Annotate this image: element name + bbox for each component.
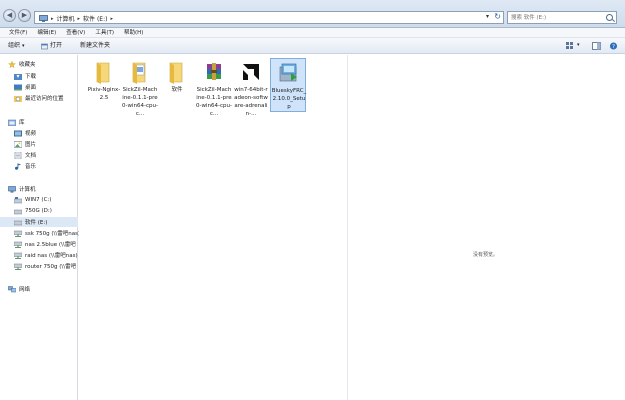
- nav-drive-e[interactable]: 软件 (E:): [0, 217, 78, 227]
- pictures-icon: [14, 140, 22, 148]
- back-button[interactable]: ◀: [3, 9, 16, 22]
- star-icon: [8, 60, 16, 68]
- preview-pane: 没有预览。: [347, 55, 625, 400]
- file-list: Pixiv-Nginx-2.5 SickZil-Machine-0.1.1-pr…: [79, 55, 346, 400]
- preview-pane-icon[interactable]: [592, 42, 601, 50]
- open-button[interactable]: 打开: [41, 42, 62, 50]
- address-row: ◀ ▶ ▸ 计算机 ▸ 软件 (E:) ▸ ▾ ↻: [0, 0, 625, 28]
- open-label: 打开: [50, 42, 63, 49]
- installer-icon: [279, 63, 297, 82]
- file-item[interactable]: SickZil-Machine-0.1.1-pre0-win64-cpu-c..…: [122, 58, 158, 117]
- videos-icon: [14, 130, 22, 136]
- chevron-down-icon: ▾: [22, 43, 25, 49]
- folder-with-documents-icon: [132, 62, 146, 84]
- folder-icon: [169, 62, 183, 84]
- nav-favorites[interactable]: 收藏夹: [8, 59, 86, 69]
- breadcrumb-chevron-icon[interactable]: ▸: [110, 16, 113, 22]
- organize-button[interactable]: 组织 ▾: [8, 42, 25, 50]
- svg-text:?: ?: [612, 44, 615, 50]
- file-item[interactable]: Pixiv-Nginx-2.5: [86, 58, 122, 112]
- network-icon: [8, 285, 16, 292]
- music-icon: [15, 163, 21, 170]
- amd-logo-icon: [241, 62, 261, 82]
- rar-archive-icon: [207, 63, 221, 80]
- no-preview-message: 没有预览。: [473, 252, 499, 258]
- forward-button[interactable]: ▶: [18, 9, 31, 22]
- nav-computer[interactable]: 计算机: [8, 184, 86, 194]
- network-drive-icon: [14, 252, 22, 259]
- file-item-selected[interactable]: BlueskyFRC_2.10.0_Setup: [270, 58, 306, 112]
- breadcrumb-computer[interactable]: 计算机: [57, 14, 75, 23]
- file-item[interactable]: SickZil-Machine-0.1.1-pre0-win64-cpu-c..…: [196, 58, 232, 117]
- refresh-icon[interactable]: ↻: [494, 12, 501, 21]
- menu-edit[interactable]: 编辑(E): [32, 28, 61, 37]
- address-bar[interactable]: ▸ 计算机 ▸ 软件 (E:) ▸ ▾ ↻: [34, 11, 504, 24]
- folder-icon: [96, 62, 110, 84]
- new-folder-button[interactable]: 新建文件夹: [80, 42, 110, 50]
- change-view-icon[interactable]: [566, 42, 575, 50]
- recent-places-icon: [14, 95, 22, 102]
- search-box: [507, 11, 617, 24]
- downloads-folder-icon: [14, 73, 22, 80]
- menu-bar: 文件(F) 编辑(E) 查看(V) 工具(T) 帮助(H): [0, 28, 625, 38]
- search-icon[interactable]: [606, 14, 613, 21]
- drive-icon: [14, 220, 22, 225]
- menu-tools[interactable]: 工具(T): [90, 28, 119, 37]
- view-options-chevron-icon[interactable]: ▾: [577, 42, 580, 48]
- network-drive-icon: [14, 241, 22, 248]
- new-folder-label: 新建文件夹: [80, 42, 111, 49]
- breadcrumb-chevron-icon[interactable]: ▸: [78, 16, 81, 22]
- drive-icon: [14, 209, 22, 214]
- address-history-dropdown-icon[interactable]: ▾: [486, 13, 489, 20]
- breadcrumb-chevron-icon[interactable]: ▸: [51, 16, 54, 22]
- open-icon: [41, 43, 48, 49]
- help-icon[interactable]: ?: [609, 42, 618, 50]
- computer-icon: [39, 15, 48, 22]
- file-item[interactable]: win7-64bit-radeon-software-adrenalin-...: [233, 58, 269, 117]
- network-drive-icon: [14, 263, 22, 270]
- documents-icon: [14, 151, 22, 159]
- computer-icon: [8, 185, 16, 192]
- desktop-icon: [14, 84, 22, 90]
- navigation-pane: 收藏夹 下载 桌面 最近访问的位置 库 视频 图片 文档 音乐 计算机 WIN7…: [0, 55, 80, 400]
- command-bar: 组织 ▾ 打开 新建文件夹 ▾ ?: [0, 38, 625, 54]
- search-input[interactable]: [511, 12, 603, 23]
- system-drive-icon: [14, 196, 22, 203]
- menu-help[interactable]: 帮助(H): [119, 28, 148, 37]
- network-drive-icon: [14, 230, 22, 237]
- file-item[interactable]: 软件: [159, 58, 195, 112]
- nav-network[interactable]: 网络: [8, 284, 86, 294]
- library-icon: [8, 119, 16, 126]
- breadcrumb-drive-e[interactable]: 软件 (E:): [83, 14, 107, 23]
- menu-file[interactable]: 文件(F): [4, 28, 32, 37]
- nav-libraries[interactable]: 库: [8, 117, 86, 127]
- organize-label: 组织: [8, 42, 21, 49]
- menu-view[interactable]: 查看(V): [61, 28, 90, 37]
